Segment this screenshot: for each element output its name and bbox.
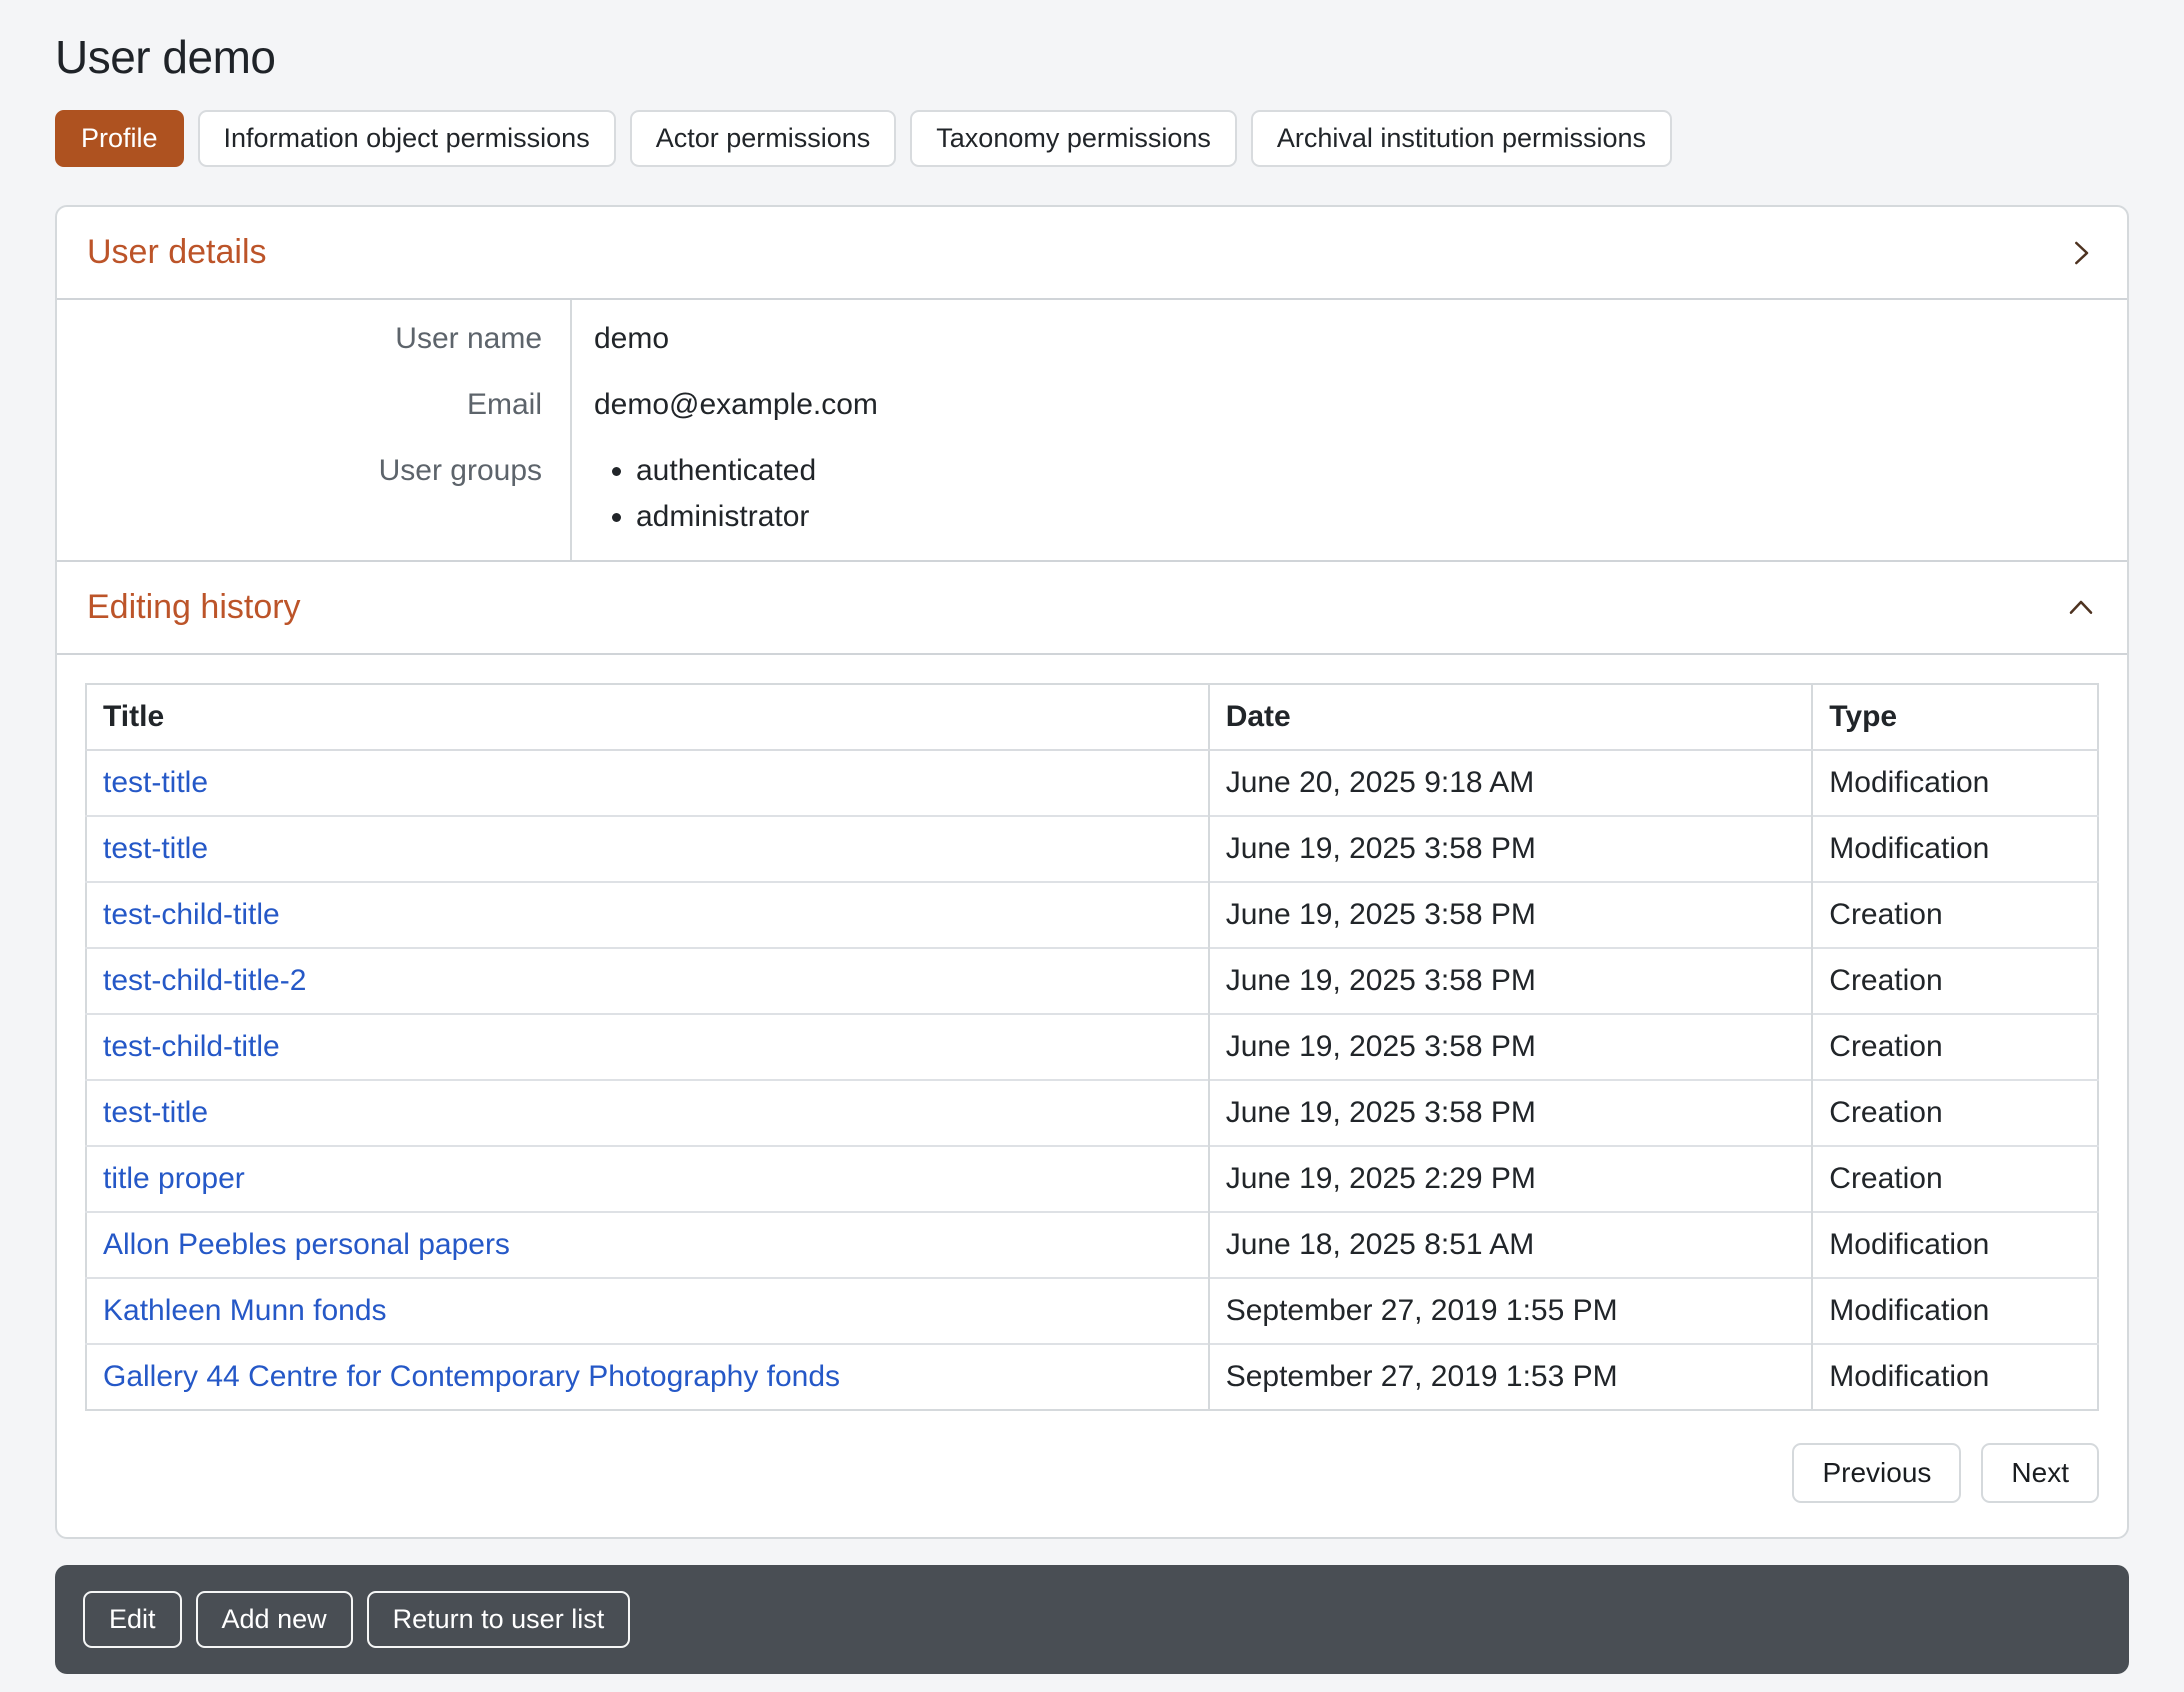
user-details-body: User namedemoEmaildemo@example.comUser g… <box>57 298 2127 560</box>
table-row: test-title June 20, 2025 9:18 AMModificat… <box>86 750 2098 816</box>
editing-history-heading: Editing history <box>87 588 301 627</box>
pagination: Previous Next <box>85 1443 2099 1503</box>
field-value-user-groups: authenticated administrator <box>572 438 2127 560</box>
table-row: Gallery 44 Centre for Contemporary Photo… <box>86 1344 2098 1410</box>
user-profile-card: User details User namedemoEmaildemo@exam… <box>55 205 2129 1539</box>
field-value-user-name: demo <box>572 300 2127 372</box>
editing-history-header[interactable]: Editing history <box>57 560 2127 653</box>
date-cell: June 19, 2025 2:29 PM <box>1209 1146 1813 1212</box>
table-row: Allon Peebles personal papers June 18, 20… <box>86 1212 2098 1278</box>
title-cell: Kathleen Munn fonds <box>86 1278 1209 1344</box>
tab-information-object-permissions[interactable]: Information object permissions <box>198 110 616 167</box>
tab-actor-permissions[interactable]: Actor permissions <box>630 110 897 167</box>
type-cell: Modification <box>1812 1344 2098 1410</box>
return-to-user-list-button[interactable]: Return to user list <box>367 1591 631 1648</box>
record-link[interactable]: test-title <box>103 1096 208 1129</box>
record-link[interactable]: test-title <box>103 832 208 865</box>
type-cell: Modification <box>1812 750 2098 816</box>
user-details-header[interactable]: User details <box>57 207 2127 298</box>
editing-history-table: TitleDateType test-title June 20, 2025 9:… <box>85 683 2099 1411</box>
column-header-date: Date <box>1209 684 1813 750</box>
chevron-up-icon[interactable] <box>2065 592 2097 624</box>
tab-bar: ProfileInformation object permissionsAct… <box>55 110 2129 167</box>
title-cell: Allon Peebles personal papers <box>86 1212 1209 1278</box>
title-cell: test-title <box>86 750 1209 816</box>
column-header-title: Title <box>86 684 1209 750</box>
title-cell: Gallery 44 Centre for Contemporary Photo… <box>86 1344 1209 1410</box>
type-cell: Creation <box>1812 1014 2098 1080</box>
record-link[interactable]: Allon Peebles personal papers <box>103 1228 510 1261</box>
type-cell: Creation <box>1812 948 2098 1014</box>
table-row: test-title June 19, 2025 3:58 PMModificat… <box>86 816 2098 882</box>
action-bar: Edit Add new Return to user list <box>55 1565 2129 1674</box>
field-label-email: Email <box>57 372 572 438</box>
tab-profile[interactable]: Profile <box>55 110 184 167</box>
user-group-item: authenticated <box>636 454 2127 488</box>
field-value-email: demo@example.com <box>572 372 2127 438</box>
user-groups-list: authenticated administrator <box>636 454 2127 534</box>
date-cell: June 19, 2025 3:58 PM <box>1209 816 1813 882</box>
table-row: title proper June 19, 2025 2:29 PMCreatio… <box>86 1146 2098 1212</box>
date-cell: June 19, 2025 3:58 PM <box>1209 1014 1813 1080</box>
date-cell: June 19, 2025 3:58 PM <box>1209 882 1813 948</box>
record-link[interactable]: Kathleen Munn fonds <box>103 1294 387 1327</box>
type-cell: Creation <box>1812 882 2098 948</box>
table-row: test-child-title June 19, 2025 3:58 PMCre… <box>86 1014 2098 1080</box>
type-cell: Modification <box>1812 1278 2098 1344</box>
user-group-item: administrator <box>636 500 2127 534</box>
editing-history-body: TitleDateType test-title June 20, 2025 9:… <box>57 653 2127 1537</box>
previous-button[interactable]: Previous <box>1792 1443 1961 1503</box>
record-link[interactable]: test-child-title <box>103 898 280 931</box>
page-title: User demo <box>55 30 2129 84</box>
type-cell: Modification <box>1812 816 2098 882</box>
record-link[interactable]: test-child-title <box>103 1030 280 1063</box>
title-cell: test-child-title-2 <box>86 948 1209 1014</box>
title-cell: test-title <box>86 1080 1209 1146</box>
type-cell: Creation <box>1812 1080 2098 1146</box>
tab-taxonomy-permissions[interactable]: Taxonomy permissions <box>910 110 1237 167</box>
date-cell: June 19, 2025 3:58 PM <box>1209 948 1813 1014</box>
record-link[interactable]: Gallery 44 Centre for Contemporary Photo… <box>103 1360 840 1393</box>
chevron-right-icon[interactable] <box>2065 237 2097 269</box>
title-cell: test-child-title <box>86 882 1209 948</box>
table-row: test-title June 19, 2025 3:58 PMCreation <box>86 1080 2098 1146</box>
date-cell: June 18, 2025 8:51 AM <box>1209 1212 1813 1278</box>
title-cell: test-child-title <box>86 1014 1209 1080</box>
date-cell: June 19, 2025 3:58 PM <box>1209 1080 1813 1146</box>
title-cell: title proper <box>86 1146 1209 1212</box>
table-header-row: TitleDateType <box>86 684 2098 750</box>
date-cell: September 27, 2019 1:53 PM <box>1209 1344 1813 1410</box>
type-cell: Creation <box>1812 1146 2098 1212</box>
column-header-type: Type <box>1812 684 2098 750</box>
title-cell: test-title <box>86 816 1209 882</box>
date-cell: September 27, 2019 1:55 PM <box>1209 1278 1813 1344</box>
tab-archival-institution-permissions[interactable]: Archival institution permissions <box>1251 110 1672 167</box>
user-profile-page: User demo ProfileInformation object perm… <box>0 0 2184 1674</box>
type-cell: Modification <box>1812 1212 2098 1278</box>
record-link[interactable]: title proper <box>103 1162 245 1195</box>
edit-button[interactable]: Edit <box>83 1591 182 1648</box>
next-button[interactable]: Next <box>1981 1443 2099 1503</box>
table-row: test-child-title June 19, 2025 3:58 PMCre… <box>86 882 2098 948</box>
record-link[interactable]: test-title <box>103 766 208 799</box>
table-row: Kathleen Munn fonds September 27, 2019 1:… <box>86 1278 2098 1344</box>
user-details-heading: User details <box>87 233 267 272</box>
field-label-user-groups: User groups <box>57 438 572 560</box>
date-cell: June 20, 2025 9:18 AM <box>1209 750 1813 816</box>
add-new-button[interactable]: Add new <box>196 1591 353 1648</box>
record-link[interactable]: test-child-title-2 <box>103 964 306 997</box>
field-label-user-name: User name <box>57 300 572 372</box>
table-row: test-child-title-2 June 19, 2025 3:58 PMC… <box>86 948 2098 1014</box>
